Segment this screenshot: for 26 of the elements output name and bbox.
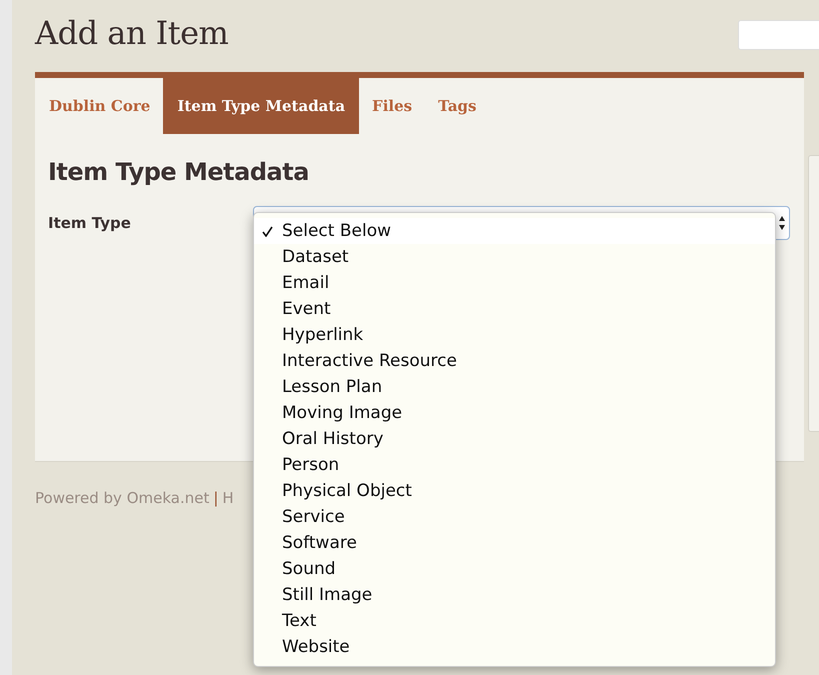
- menu-option[interactable]: Still Image: [254, 582, 775, 608]
- menu-option[interactable]: Select Below: [254, 218, 775, 244]
- menu-option[interactable]: Website: [254, 634, 775, 660]
- menu-option[interactable]: Software: [254, 530, 775, 556]
- separator: |: [213, 489, 218, 507]
- section-heading: Item Type Metadata: [48, 158, 310, 186]
- tab[interactable]: Tags: [425, 78, 490, 134]
- menu-option[interactable]: Person: [254, 452, 775, 478]
- menu-option[interactable]: Service: [254, 504, 775, 530]
- tab[interactable]: Item Type Metadata: [163, 78, 360, 134]
- menu-option[interactable]: Text: [254, 608, 775, 634]
- menu-option[interactable]: Lesson Plan: [254, 374, 775, 400]
- menu-option[interactable]: Event: [254, 296, 775, 322]
- menu-option[interactable]: Moving Image: [254, 400, 775, 426]
- menu-option[interactable]: Oral History: [254, 426, 775, 452]
- field-label: Item Type: [48, 214, 132, 232]
- menu-option[interactable]: Dataset: [254, 244, 775, 270]
- menu-option[interactable]: Interactive Resource: [254, 348, 775, 374]
- menu-option[interactable]: Hyperlink: [254, 322, 775, 348]
- tab[interactable]: Files: [359, 78, 426, 134]
- menu-option[interactable]: Email: [254, 270, 775, 296]
- footer-text: H: [222, 489, 234, 507]
- menu-option[interactable]: Physical Object: [254, 478, 775, 504]
- tab[interactable]: Dublin Core: [36, 78, 164, 134]
- menu-option[interactable]: Sound: [254, 556, 775, 582]
- page-title: Add an Item: [35, 14, 228, 52]
